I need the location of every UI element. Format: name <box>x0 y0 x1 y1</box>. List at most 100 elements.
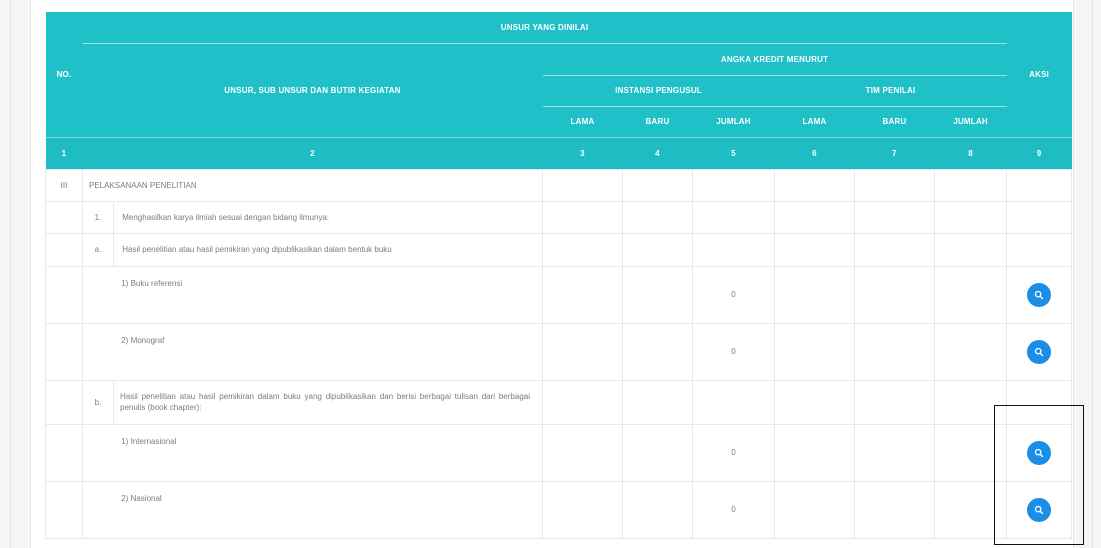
empty-cell <box>933 168 1008 202</box>
list-item: a. Hasil penelitian atau hasil pemikiran… <box>82 232 543 267</box>
column-number: 8 <box>934 136 1007 169</box>
page-edge-line-right <box>1092 0 1093 548</box>
header-lama-instansi: LAMA <box>542 106 623 137</box>
view-detail-button[interactable] <box>1027 339 1052 364</box>
table-row: a. Hasil penelitian atau hasil pemikiran… <box>45 232 1073 267</box>
jumlah-cell <box>933 265 1008 324</box>
header-tim-penilai: TIM PENILAI <box>774 75 1007 107</box>
table-row: 2) Nasional 0 <box>45 480 1073 539</box>
item-text: 1) Internasional <box>121 436 177 446</box>
empty-cell <box>692 168 775 202</box>
table-header: NO. UNSUR YANG DINILAI AKSI UNSUR, SUB U… <box>45 12 1072 169</box>
view-detail-button[interactable] <box>1027 282 1052 307</box>
search-icon <box>1034 505 1044 514</box>
column-number: 4 <box>622 136 693 169</box>
lama-cell <box>774 322 855 381</box>
table-row: 1) Buku referensi 0 <box>45 265 1073 324</box>
baru-cell <box>854 480 935 539</box>
section-title: PELAKSANAAN PENELITIAN <box>82 168 543 202</box>
empty-cell <box>45 232 83 267</box>
empty-cell <box>933 232 1008 267</box>
aksi-cell <box>1006 322 1073 381</box>
lama-cell <box>542 423 623 482</box>
list-item: 2) Nasional <box>82 480 543 539</box>
empty-cell <box>542 168 623 202</box>
empty-cell <box>45 265 83 324</box>
empty-cell <box>622 200 693 234</box>
empty-cell <box>692 232 775 267</box>
aksi-cell <box>1006 480 1073 539</box>
list-item: 1) Internasional <box>82 423 543 482</box>
empty-cell <box>45 322 83 381</box>
empty-cell <box>854 200 935 234</box>
list-item: 1) Buku referensi <box>82 265 543 324</box>
column-number: 1 <box>45 136 83 169</box>
page-edge-line <box>10 0 11 548</box>
jumlah-cell <box>933 423 1008 482</box>
header-lama-tim: LAMA <box>774 106 855 137</box>
jumlah-value: 0 <box>692 480 775 539</box>
list-item: 2) Monograf <box>82 322 543 381</box>
view-detail-button[interactable] <box>1027 497 1052 522</box>
empty-cell <box>45 379 83 425</box>
empty-cell <box>1006 168 1073 202</box>
empty-cell <box>854 232 935 267</box>
item-text: Menghasilkan karya ilmiah sesuai dengan … <box>122 212 330 222</box>
jumlah-value: 0 <box>692 423 775 482</box>
item-text: Hasil penelitian atau hasil pemikiran da… <box>120 392 530 412</box>
lama-cell <box>542 480 623 539</box>
baru-cell <box>622 322 693 381</box>
lama-cell <box>774 423 855 482</box>
empty-cell <box>692 200 775 234</box>
item-letter: a. <box>83 233 114 266</box>
item-text: 2) Monograf <box>121 335 165 345</box>
search-icon <box>1034 290 1044 299</box>
lama-cell <box>542 322 623 381</box>
baru-cell <box>854 265 935 324</box>
aksi-cell <box>1006 265 1073 324</box>
header-angka-kredit: ANGKA KREDIT MENURUT <box>542 43 1007 76</box>
header-baru-tim: BARU <box>854 106 935 137</box>
column-number: 2 <box>82 136 543 169</box>
column-number: 7 <box>854 136 935 169</box>
table-row: b. Hasil penelitian atau hasil pemikiran… <box>45 379 1073 425</box>
view-detail-button[interactable] <box>1027 440 1052 465</box>
header-instansi-pengusul: INSTANSI PENGUSUL <box>542 75 775 107</box>
empty-cell <box>1006 379 1073 425</box>
lama-cell <box>774 265 855 324</box>
empty-cell <box>1006 232 1073 267</box>
empty-cell <box>622 379 693 425</box>
empty-cell <box>622 168 693 202</box>
jumlah-cell <box>933 480 1008 539</box>
empty-cell <box>542 200 623 234</box>
item-text: 2) Nasional <box>121 493 162 503</box>
row-number: III <box>45 168 83 202</box>
table-row: 2) Monograf 0 <box>45 322 1073 381</box>
baru-cell <box>854 322 935 381</box>
baru-cell <box>622 480 693 539</box>
baru-cell <box>622 423 693 482</box>
header-jumlah-tim: JUMLAH <box>934 106 1007 137</box>
empty-cell <box>774 232 855 267</box>
empty-cell <box>774 168 855 202</box>
empty-cell <box>45 423 83 482</box>
table-row: 1. Menghasilkan karya ilmiah sesuai deng… <box>45 200 1073 234</box>
header-unsur-sub: UNSUR, SUB UNSUR DAN BUTIR KEGIATAN <box>82 43 543 137</box>
column-number: 5 <box>692 136 775 169</box>
empty-cell <box>45 200 83 234</box>
header-aksi: AKSI <box>1006 12 1072 137</box>
list-item: 1. Menghasilkan karya ilmiah sesuai deng… <box>82 200 543 234</box>
empty-cell <box>933 200 1008 234</box>
baru-cell <box>854 423 935 482</box>
jumlah-value: 0 <box>692 265 775 324</box>
jumlah-cell <box>933 322 1008 381</box>
empty-cell <box>692 379 775 425</box>
column-number: 3 <box>542 136 623 169</box>
header-jumlah-instansi: JUMLAH <box>692 106 775 137</box>
empty-cell <box>774 200 855 234</box>
empty-cell <box>622 232 693 267</box>
jumlah-value: 0 <box>692 322 775 381</box>
empty-cell <box>1006 200 1073 234</box>
table-row: III PELAKSANAAN PENELITIAN <box>45 168 1073 202</box>
empty-cell <box>854 379 935 425</box>
